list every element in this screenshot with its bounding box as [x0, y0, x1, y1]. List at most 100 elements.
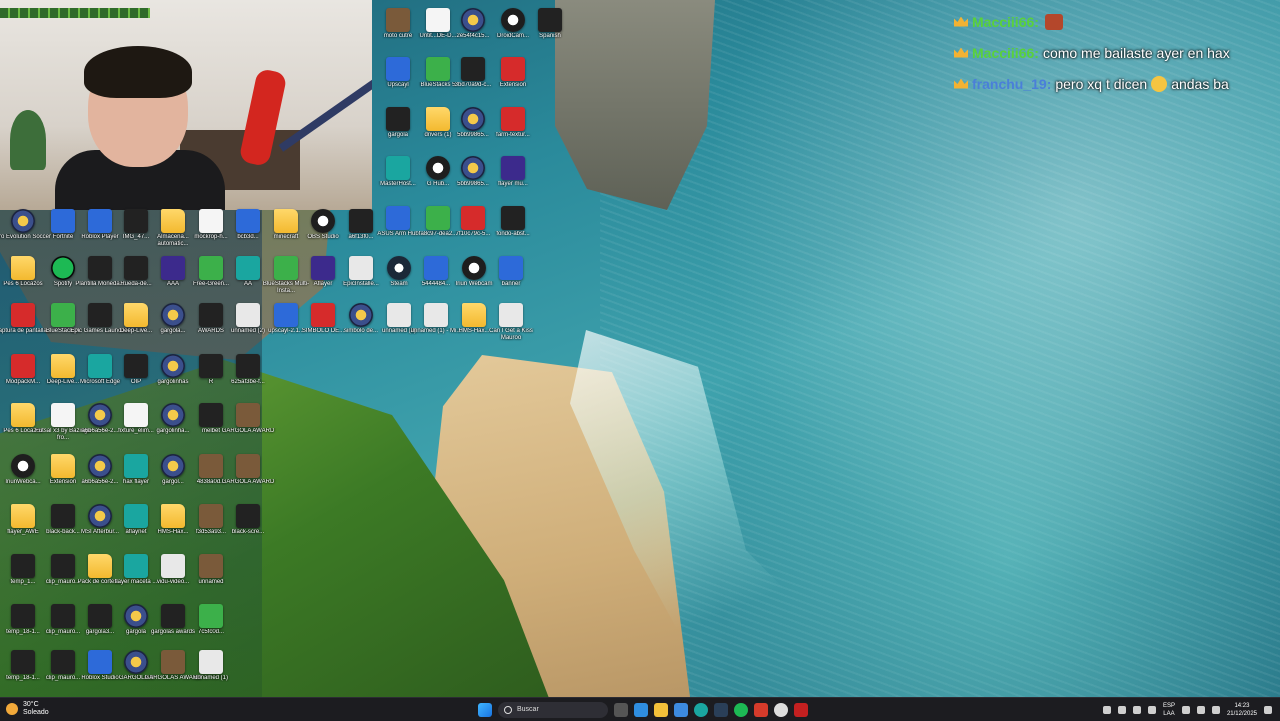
widgets-icon[interactable]: [634, 702, 648, 717]
desktop-icon-label: GARGOLA AWARD: [221, 428, 275, 434]
file-icon: [236, 403, 260, 427]
desktop-icon[interactable]: GARGOLA AWARD: [218, 454, 278, 504]
desktop-icon[interactable]: unnamed (1): [181, 650, 241, 700]
webcam-mic-arm: [278, 76, 372, 152]
chat-text-cont: andas ba: [1171, 75, 1229, 92]
taskbar: 30°C Soleado Buscar ESP LAA 14:23 21/12/…: [0, 697, 1280, 721]
desktop-icon-label: banner: [501, 281, 521, 287]
chat-message: Macciii66: como me bailaste ayer en hax: [954, 37, 1280, 68]
desktop-icon-label: flayer mu...: [498, 181, 528, 187]
volume-icon[interactable]: [1196, 705, 1205, 714]
file-icon: [386, 156, 410, 180]
desktop-icon[interactable]: banner: [481, 256, 541, 306]
file-icon: [11, 504, 35, 528]
file-icon: [501, 156, 525, 180]
battery-icon[interactable]: [1211, 705, 1220, 714]
language-indicator[interactable]: ESP LAA: [1163, 702, 1175, 718]
file-icon: [349, 209, 373, 233]
chat-username: franchu_19:: [972, 75, 1052, 92]
desktop-icon-label: a6f13f0...: [348, 234, 374, 240]
desktop-icon[interactable]: GARGOLA AWARD: [218, 403, 278, 453]
file-icon: [11, 303, 35, 327]
clock-date: 21/12/2025: [1226, 710, 1257, 717]
weather-widget[interactable]: 30°C Soleado: [6, 701, 49, 717]
file-icon: [11, 454, 35, 478]
desktop-icon[interactable]: unnamed: [181, 554, 241, 604]
desktop-icon[interactable]: 7c5fc0d...: [181, 604, 241, 654]
desktop-icon-label: Extension: [499, 82, 527, 88]
file-icon: [236, 454, 260, 478]
crown-icon: [954, 47, 968, 58]
desktop-icon[interactable]: black-scre...: [218, 504, 278, 554]
file-icon: [11, 554, 35, 578]
desktop-icon[interactable]: flayer mu...: [483, 156, 543, 206]
tray-app-icon[interactable]: [1117, 705, 1126, 714]
file-explorer-icon[interactable]: [654, 702, 668, 717]
notifications-icon[interactable]: [1264, 705, 1272, 714]
desktop-icon-label: black-scre...: [231, 529, 265, 535]
chat-message: Macciii66:: [954, 6, 1280, 37]
desktop-icon[interactable]: farm-textur...: [483, 107, 543, 157]
webcam-overlay: [0, 0, 372, 210]
file-icon: [199, 650, 223, 674]
chat-text: pero xq t dicen: [1055, 75, 1148, 92]
weather-temp: 30°C: [23, 701, 39, 708]
file-icon: [386, 8, 410, 32]
file-icon: [501, 57, 525, 81]
lang-bottom: LAA: [1163, 710, 1175, 717]
desktop-icon-label: unnamed: [198, 579, 224, 585]
desktop-icon-label: 625af3be-f...: [231, 379, 265, 385]
file-icon: [11, 209, 35, 233]
chat-username: Macciii66:: [972, 44, 1039, 61]
spotify-icon[interactable]: [734, 702, 748, 717]
taskbar-apps: Buscar: [478, 700, 808, 719]
brave-icon[interactable]: [754, 702, 768, 717]
desktop-icon-label: Can I Get a Kiss Mauroo: [489, 328, 533, 341]
search-placeholder: Buscar: [517, 706, 539, 713]
clock-time: 14:23: [1234, 702, 1250, 709]
file-icon: [461, 156, 485, 180]
sun-icon: [6, 703, 18, 715]
file-icon: [236, 504, 260, 528]
desktop-icon[interactable]: fondo-abst...: [483, 206, 543, 256]
webcam-plant: [10, 110, 46, 170]
file-icon: [461, 8, 485, 32]
tray-app-icon[interactable]: [1147, 705, 1156, 714]
file-icon: [199, 604, 223, 628]
file-icon: [11, 604, 35, 628]
file-icon: [386, 57, 410, 81]
clock[interactable]: 14:23 21/12/2025: [1227, 702, 1257, 718]
edge-icon[interactable]: [694, 702, 708, 717]
file-icon: [11, 650, 35, 674]
emoji-icon: [1151, 75, 1168, 92]
file-icon: [499, 256, 523, 280]
system-tray: ESP LAA 14:23 21/12/2025: [1102, 700, 1272, 719]
desktop-icon-label: 7c5fc0d...: [197, 629, 224, 635]
chat-message: franchu_19: pero xq t dicen andas ba: [954, 68, 1280, 99]
file-icon: [501, 107, 525, 131]
network-icon[interactable]: [1181, 705, 1190, 714]
steam-icon[interactable]: [714, 702, 728, 717]
app-icon[interactable]: [794, 702, 808, 717]
start-button[interactable]: [478, 702, 492, 717]
emote-icon: [1044, 13, 1063, 30]
obs-icon[interactable]: [774, 702, 788, 717]
store-icon[interactable]: [674, 702, 688, 717]
chevron-up-icon[interactable]: [1102, 705, 1111, 714]
file-icon: [538, 8, 562, 32]
desktop-icon[interactable]: Extension: [483, 57, 543, 107]
mic-icon[interactable]: [1132, 705, 1141, 714]
search-icon: [504, 705, 512, 714]
stream-chat: Macciii66: Macciii66: como me bailaste a…: [954, 6, 1280, 99]
file-icon: [501, 206, 525, 230]
desktop-icon[interactable]: a6f13f0...: [331, 209, 391, 259]
file-icon: [386, 107, 410, 131]
file-icon: [11, 403, 35, 427]
search-box[interactable]: Buscar: [498, 701, 608, 718]
file-icon: [11, 354, 35, 378]
desktop-icon-label: fondo-abst...: [496, 231, 530, 237]
task-view-icon[interactable]: [614, 702, 628, 717]
desktop-icon[interactable]: Spanish: [520, 8, 580, 58]
desktop-icon[interactable]: Can I Get a Kiss Mauroo: [481, 303, 541, 353]
desktop-icon[interactable]: 625af3be-f...: [218, 354, 278, 404]
